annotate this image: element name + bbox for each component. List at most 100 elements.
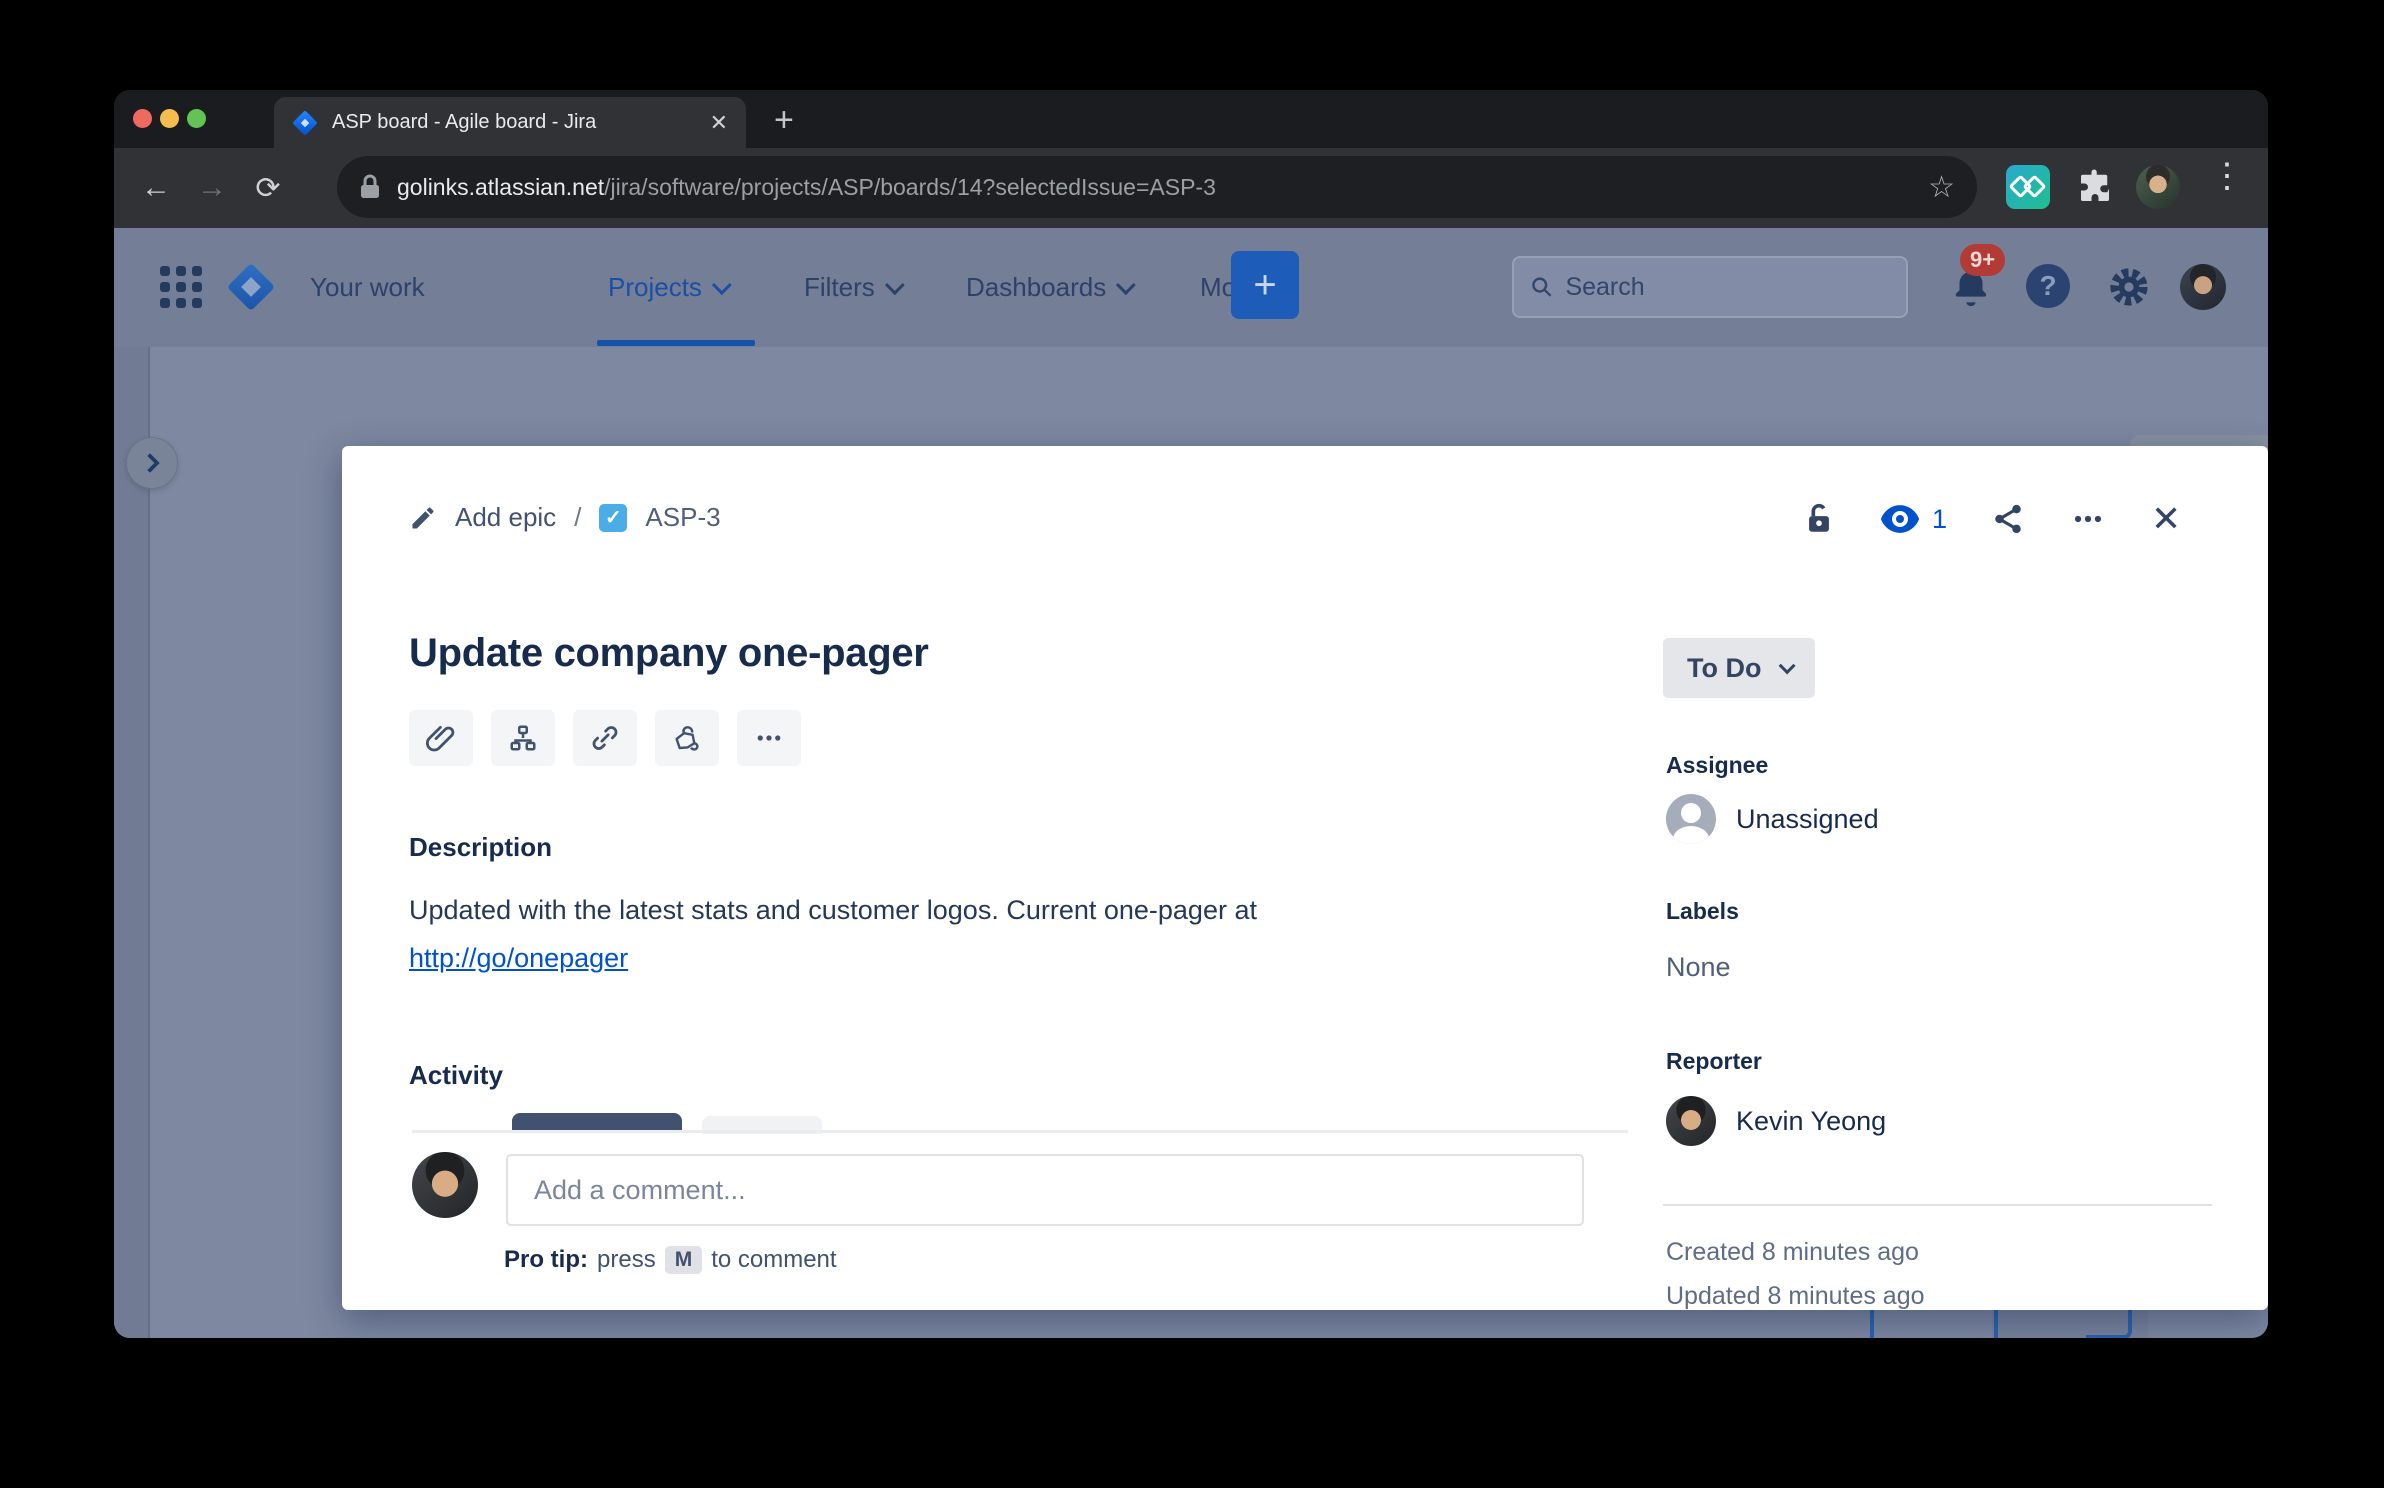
labels-label: Labels [1666, 898, 1739, 925]
comment-input[interactable] [506, 1154, 1584, 1226]
minimize-window-button[interactable] [160, 109, 179, 128]
app-switcher-icon[interactable] [160, 266, 204, 310]
assignee-label: Assignee [1666, 752, 1768, 779]
global-search[interactable] [1512, 256, 1908, 318]
chevron-down-icon [712, 275, 732, 295]
comment-user-avatar [412, 1152, 478, 1218]
modal-header-actions: 1 ✕ [1802, 498, 2181, 540]
status-value: To Do [1687, 653, 1761, 684]
settings-gear-icon[interactable] [2106, 264, 2152, 310]
comment-protip: Pro tip: press M to comment [504, 1246, 837, 1274]
chevron-down-icon [1116, 275, 1136, 295]
activity-divider [412, 1130, 1628, 1133]
help-icon[interactable]: ? [2026, 264, 2070, 308]
chevron-down-icon [1779, 657, 1796, 674]
share-icon[interactable] [1991, 502, 2025, 536]
watchers-control[interactable]: 1 [1880, 504, 1947, 535]
user-avatar[interactable] [2180, 264, 2226, 310]
updated-timestamp: Updated 8 minutes ago [1666, 1282, 1925, 1311]
issue-modal: Add epic / ✓ ASP-3 1 [342, 446, 2268, 1310]
sidebar-expand-button[interactable] [126, 437, 178, 489]
link-issue-button[interactable] [573, 710, 637, 766]
created-timestamp: Created 8 minutes ago [1666, 1238, 1919, 1267]
back-icon[interactable]: ← [128, 171, 184, 205]
new-tab-icon[interactable]: + [774, 100, 794, 140]
browser-tab[interactable]: ASP board - Agile board - Jira ✕ [274, 97, 746, 148]
unlock-icon[interactable] [1802, 502, 1836, 536]
paperclip-icon [426, 723, 456, 753]
zoom-window-button[interactable] [187, 109, 206, 128]
bookmark-star-icon[interactable]: ☆ [1928, 170, 1955, 205]
unassigned-avatar [1666, 794, 1716, 844]
nav-item-dashboards[interactable]: Dashboards [966, 272, 1130, 303]
nav-item-projects[interactable]: Projects [608, 272, 726, 303]
forward-icon[interactable]: → [184, 171, 240, 205]
close-tab-icon[interactable]: ✕ [710, 110, 728, 136]
close-modal-icon[interactable]: ✕ [2151, 498, 2181, 540]
address-bar[interactable]: golinks.atlassian.net/jira/software/proj… [337, 156, 1977, 218]
description-body: Updated with the latest stats and custom… [409, 895, 1257, 925]
jira-favicon [292, 110, 318, 136]
jira-logo[interactable] [226, 262, 276, 312]
attach-button[interactable] [409, 710, 473, 766]
protip-label: Pro tip: [504, 1246, 588, 1274]
chrome-profile-avatar[interactable] [2136, 165, 2180, 209]
activity-heading: Activity [409, 1060, 503, 1091]
issue-key-link[interactable]: ASP-3 [645, 502, 720, 533]
notification-badge: 9+ [1960, 244, 2005, 276]
description-text[interactable]: Updated with the latest stats and custom… [409, 886, 1589, 982]
close-window-button[interactable] [133, 109, 152, 128]
chrome-menu-icon[interactable]: ⋮ [2210, 170, 2244, 182]
chevron-down-icon [885, 275, 905, 295]
https-lock-icon [359, 174, 381, 200]
create-issue-button[interactable]: + [1231, 251, 1299, 319]
activity-tab-selected[interactable] [512, 1113, 682, 1131]
search-input[interactable] [1565, 273, 1890, 302]
reload-icon[interactable]: ⟳ [240, 171, 296, 206]
epic-pencil-icon [409, 504, 437, 532]
assignee-value[interactable]: Unassigned [1736, 804, 1879, 835]
keyboard-key-m: M [665, 1246, 703, 1274]
tab-strip: ASP board - Agile board - Jira ✕ + [114, 90, 2268, 148]
screenshot-stage: ASP board - Agile board - Jira ✕ + ← → ⟳… [0, 0, 2384, 1488]
more-quick-actions-button[interactable] [737, 710, 801, 766]
nav-item-your-work[interactable]: Your work [310, 272, 425, 303]
add-child-issue-button[interactable] [491, 710, 555, 766]
breadcrumb: Add epic / ✓ ASP-3 [409, 502, 721, 533]
reporter-label: Reporter [1666, 1048, 1762, 1075]
add-apps-button[interactable] [655, 710, 719, 766]
apps-loop-icon [671, 722, 703, 754]
golinks-extension-icon[interactable] [2006, 165, 2050, 209]
jira-nav-bar: Your work Projects Filters Dashboards Mo… [114, 228, 2268, 347]
watchers-count: 1 [1932, 504, 1947, 535]
issue-title[interactable]: Update company one-pager [409, 631, 929, 676]
board-sidebar-rail [114, 347, 150, 1338]
labels-value[interactable]: None [1666, 952, 1731, 983]
task-type-icon[interactable]: ✓ [599, 504, 627, 532]
browser-window: ASP board - Agile board - Jira ✕ + ← → ⟳… [114, 90, 2268, 1338]
breadcrumb-separator: / [574, 502, 581, 533]
ellipsis-icon [754, 723, 784, 753]
quick-actions [409, 710, 801, 766]
link-icon [590, 723, 620, 753]
reporter-value[interactable]: Kevin Yeong [1736, 1106, 1886, 1137]
plus-icon: + [1253, 263, 1276, 308]
add-epic-link[interactable]: Add epic [455, 502, 556, 533]
watch-eye-icon [1880, 504, 1920, 534]
extensions-puzzle-icon[interactable] [2074, 166, 2116, 208]
details-divider [1663, 1204, 2212, 1206]
reporter-avatar [1666, 1096, 1716, 1146]
search-icon [1530, 274, 1553, 300]
status-dropdown[interactable]: To Do [1663, 638, 1815, 698]
tab-title: ASP board - Agile board - Jira [332, 111, 696, 134]
more-actions-icon[interactable] [2069, 502, 2107, 536]
browser-toolbar: ← → ⟳ golinks.atlassian.net/jira/softwar… [114, 148, 2268, 228]
url-host: golinks.atlassian.net [397, 174, 604, 200]
url-path: /jira/software/projects/ASP/boards/14?se… [604, 174, 1216, 200]
description-heading: Description [409, 832, 552, 863]
chevron-right-icon [140, 453, 160, 473]
projects-active-underline [597, 340, 755, 346]
description-link[interactable]: http://go/onepager [409, 943, 628, 973]
subtask-hierarchy-icon [508, 723, 538, 753]
nav-item-filters[interactable]: Filters [804, 272, 899, 303]
